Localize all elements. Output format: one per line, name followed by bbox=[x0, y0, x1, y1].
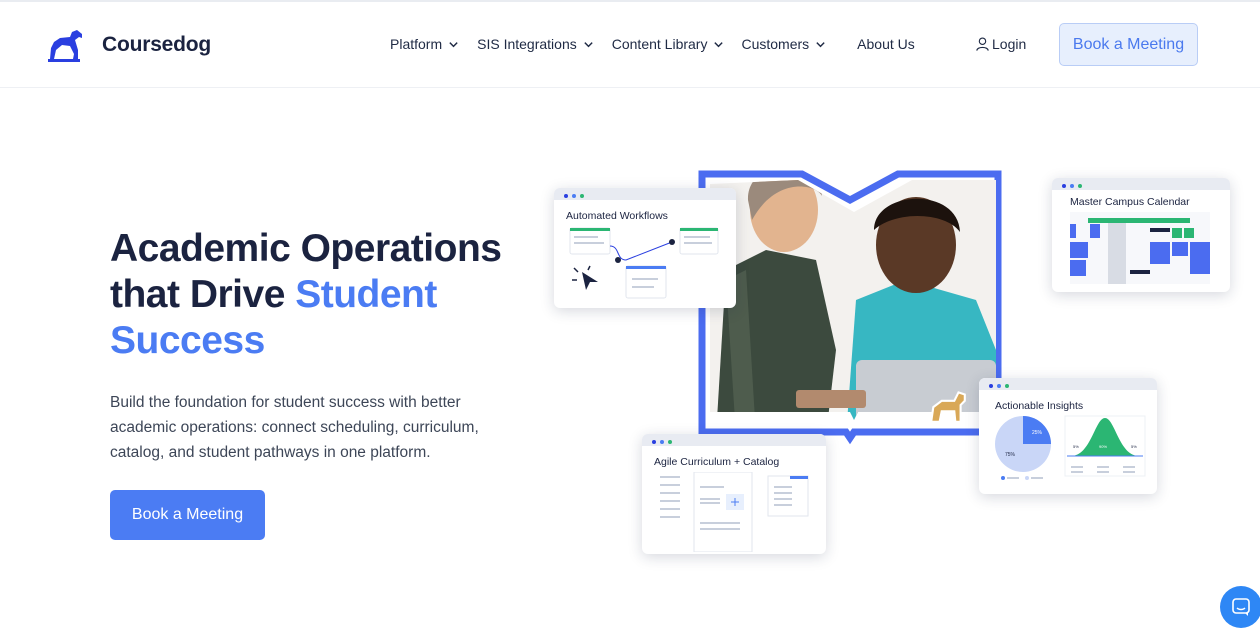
main-nav: Platform SIS Integrations Content Librar… bbox=[390, 36, 915, 52]
hero-title-line1: Academic Operations bbox=[110, 227, 502, 270]
nav-sis-integrations[interactable]: SIS Integrations bbox=[477, 36, 594, 52]
header-book-meeting-button[interactable]: Book a Meeting bbox=[1059, 23, 1198, 66]
site-header: Coursedog Platform SIS Integrations Cont… bbox=[0, 2, 1260, 88]
nav-sis-label: SIS Integrations bbox=[477, 36, 577, 52]
hero-title-accent-2: Success bbox=[110, 319, 265, 362]
card-title-curriculum: Agile Curriculum + Catalog bbox=[654, 456, 780, 468]
nav-about-us[interactable]: About Us bbox=[857, 36, 915, 52]
chevron-down-icon bbox=[584, 41, 593, 47]
hero-title: Academic Operations that Drive Student S… bbox=[110, 226, 550, 364]
brand-logo[interactable]: Coursedog bbox=[48, 28, 211, 62]
nav-platform-label: Platform bbox=[390, 36, 443, 52]
dog-logo-icon bbox=[48, 30, 82, 62]
card-actionable-insights: Actionable Insights 25% 75% 5% 90% 5% bbox=[979, 378, 1157, 494]
login-label: Login bbox=[992, 36, 1027, 52]
card-agile-curriculum: Agile Curriculum + Catalog bbox=[642, 434, 826, 554]
card-master-campus-calendar: Master Campus Calendar bbox=[1052, 178, 1230, 292]
curriculum-document bbox=[660, 472, 809, 552]
chat-icon bbox=[1232, 598, 1250, 616]
card-automated-workflows: Automated Workflows bbox=[554, 188, 736, 308]
hero-book-meeting-button[interactable]: Book a Meeting bbox=[110, 490, 265, 540]
dog-sticker-icon bbox=[929, 391, 966, 423]
pie-label-large: 75% bbox=[1005, 452, 1016, 458]
chevron-down-icon bbox=[449, 41, 458, 47]
insights-charts: 25% 75% 5% 90% 5% bbox=[995, 415, 1146, 480]
pie-label-small: 25% bbox=[1032, 430, 1043, 436]
window-dots bbox=[564, 194, 588, 198]
card-title-calendar: Master Campus Calendar bbox=[1070, 196, 1190, 208]
window-dots bbox=[652, 440, 676, 444]
nav-about-label: About Us bbox=[857, 36, 915, 52]
workflow-diagram bbox=[569, 227, 719, 299]
chevron-down-icon bbox=[714, 41, 724, 47]
hero-title-line2: that Drive bbox=[110, 273, 296, 316]
nav-content-library[interactable]: Content Library bbox=[612, 36, 725, 52]
login-link[interactable]: Login bbox=[975, 36, 1026, 52]
window-dots bbox=[1062, 184, 1086, 188]
nav-customers[interactable]: Customers bbox=[741, 36, 826, 52]
window-dots bbox=[989, 384, 1013, 388]
nav-customers-label: Customers bbox=[741, 36, 810, 52]
hero-illustration: Automated Workflows Master Campus Calend… bbox=[552, 140, 1232, 560]
curve-label-right: 5% bbox=[1131, 444, 1137, 449]
curve-label-left: 5% bbox=[1073, 444, 1079, 449]
nav-content-label: Content Library bbox=[611, 36, 708, 52]
nav-platform[interactable]: Platform bbox=[390, 36, 459, 52]
hero-title-accent-1: Student bbox=[295, 273, 437, 316]
hero-subtitle: Build the foundation for student success… bbox=[110, 394, 479, 461]
chevron-down-icon bbox=[816, 41, 825, 47]
curve-label-mid: 90% bbox=[1099, 444, 1107, 449]
card-title-workflows: Automated Workflows bbox=[566, 210, 668, 222]
card-title-insights: Actionable Insights bbox=[995, 400, 1084, 412]
user-icon bbox=[976, 37, 989, 51]
chat-launcher-button[interactable] bbox=[1220, 586, 1260, 628]
calendar-grid bbox=[1070, 212, 1210, 284]
brand-name: Coursedog bbox=[102, 33, 212, 56]
